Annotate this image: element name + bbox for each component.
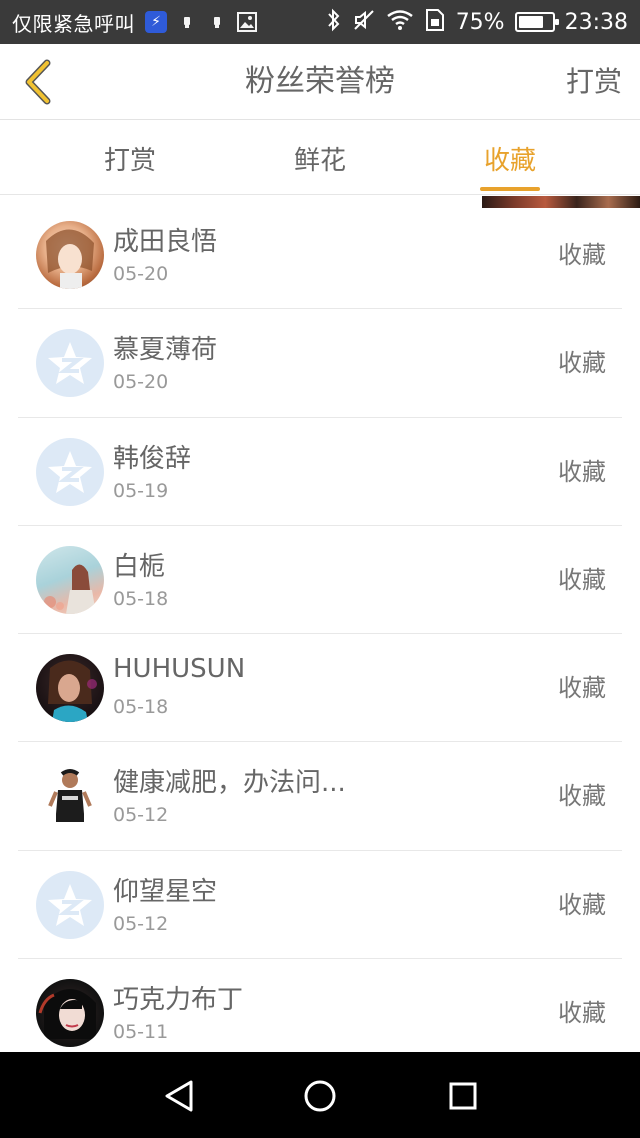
tab-bar: 打赏 鲜花 收藏: [0, 121, 640, 195]
default-avatar-icon: [48, 450, 92, 493]
user-name: 成田良悟: [113, 227, 218, 257]
back-triangle-icon: [165, 1080, 193, 1112]
action-label: 收藏: [558, 674, 606, 703]
clock: 23:38: [564, 9, 628, 35]
nav-home-button[interactable]: [298, 1074, 342, 1118]
user-name: 巧克力布丁: [113, 985, 244, 1016]
mute-icon: [352, 8, 376, 36]
user-name: HUHUSUN: [113, 654, 246, 685]
date: 05-18: [113, 696, 169, 719]
avatar[interactable]: [36, 329, 104, 398]
image-icon: [237, 12, 257, 32]
sim-icon: [424, 8, 446, 36]
date: 05-19: [113, 479, 169, 502]
avatar[interactable]: [36, 762, 104, 831]
action-label: 收藏: [558, 241, 606, 269]
tab-reward[interactable]: 打赏: [70, 121, 190, 195]
tab-favorites[interactable]: 收藏: [450, 121, 570, 195]
avatar[interactable]: [36, 654, 104, 723]
list-item[interactable]: 仰望星空 05-12 收藏: [0, 851, 640, 960]
user-name: 慕夏薄荷: [113, 335, 218, 366]
tab-label: 鲜花: [293, 145, 346, 176]
nav-back-button[interactable]: [157, 1074, 201, 1118]
action-label: 收藏: [558, 890, 606, 919]
bluetooth-icon: [326, 8, 342, 36]
date: 05-12: [113, 912, 169, 935]
battery-percent: 75%: [455, 9, 505, 35]
user-name: 韩俊辞: [113, 443, 192, 474]
recents-square-icon: [449, 1082, 477, 1110]
avatar[interactable]: [36, 979, 104, 1048]
usb-icon: [207, 12, 227, 32]
user-name: 白栀: [113, 551, 166, 582]
battery-icon: [514, 12, 559, 32]
action-label: 收藏: [558, 999, 606, 1028]
list-item[interactable]: 健康减肥，办法问... 05-12 收藏: [0, 742, 640, 851]
action-label: 收藏: [558, 565, 606, 594]
default-avatar-icon: [48, 883, 92, 926]
carrier-text: 仅限紧急呼叫: [12, 11, 135, 36]
action-label: 收藏: [558, 457, 606, 486]
fan-list: 成田良悟 05-20 收藏 慕夏薄荷 05-20 收藏 韩俊辞 05-19 收藏…: [0, 201, 640, 1067]
list-item[interactable]: 成田良悟 05-20 收藏: [0, 201, 640, 310]
avatar[interactable]: [36, 437, 104, 506]
system-nav-bar: [0, 1052, 640, 1138]
avatar[interactable]: [36, 221, 104, 289]
user-name: 健康减肥，办法问...: [113, 768, 346, 799]
list-item[interactable]: 慕夏薄荷 05-20 收藏: [0, 309, 640, 418]
user-name: 仰望星空: [113, 876, 218, 907]
list-item[interactable]: HUHUSUN 05-18 收藏: [0, 634, 640, 743]
action-label: 收藏: [558, 782, 606, 811]
avatar[interactable]: [36, 545, 104, 614]
tab-active-indicator: [480, 187, 540, 191]
app-header: 粉丝荣誉榜 打赏: [0, 44, 640, 120]
status-bar: 仅限紧急呼叫 ⚡ 75% 23:38: [0, 0, 640, 44]
list-item[interactable]: 韩俊辞 05-19 收藏: [0, 418, 640, 526]
tab-flowers[interactable]: 鲜花: [260, 121, 380, 195]
action-label: 收藏: [558, 349, 606, 378]
reward-button[interactable]: 打赏: [566, 44, 622, 120]
tab-label: 打赏: [103, 145, 156, 176]
home-circle-icon: [304, 1080, 336, 1112]
avatar[interactable]: [36, 870, 104, 939]
date: 05-20: [113, 263, 169, 285]
list-item[interactable]: 白栀 05-18 收藏: [0, 526, 640, 635]
wifi-icon: [386, 9, 414, 35]
flash-icon: ⚡: [145, 11, 167, 33]
nav-recents-button[interactable]: [441, 1074, 485, 1118]
date: 05-18: [113, 587, 169, 610]
date: 05-11: [113, 1021, 169, 1044]
date: 05-20: [113, 371, 169, 394]
tab-label: 收藏: [483, 145, 536, 176]
date: 05-12: [113, 804, 169, 827]
page-title: 粉丝荣誉榜: [245, 64, 395, 99]
default-avatar-icon: [48, 342, 92, 385]
usb-icon: [177, 12, 197, 32]
